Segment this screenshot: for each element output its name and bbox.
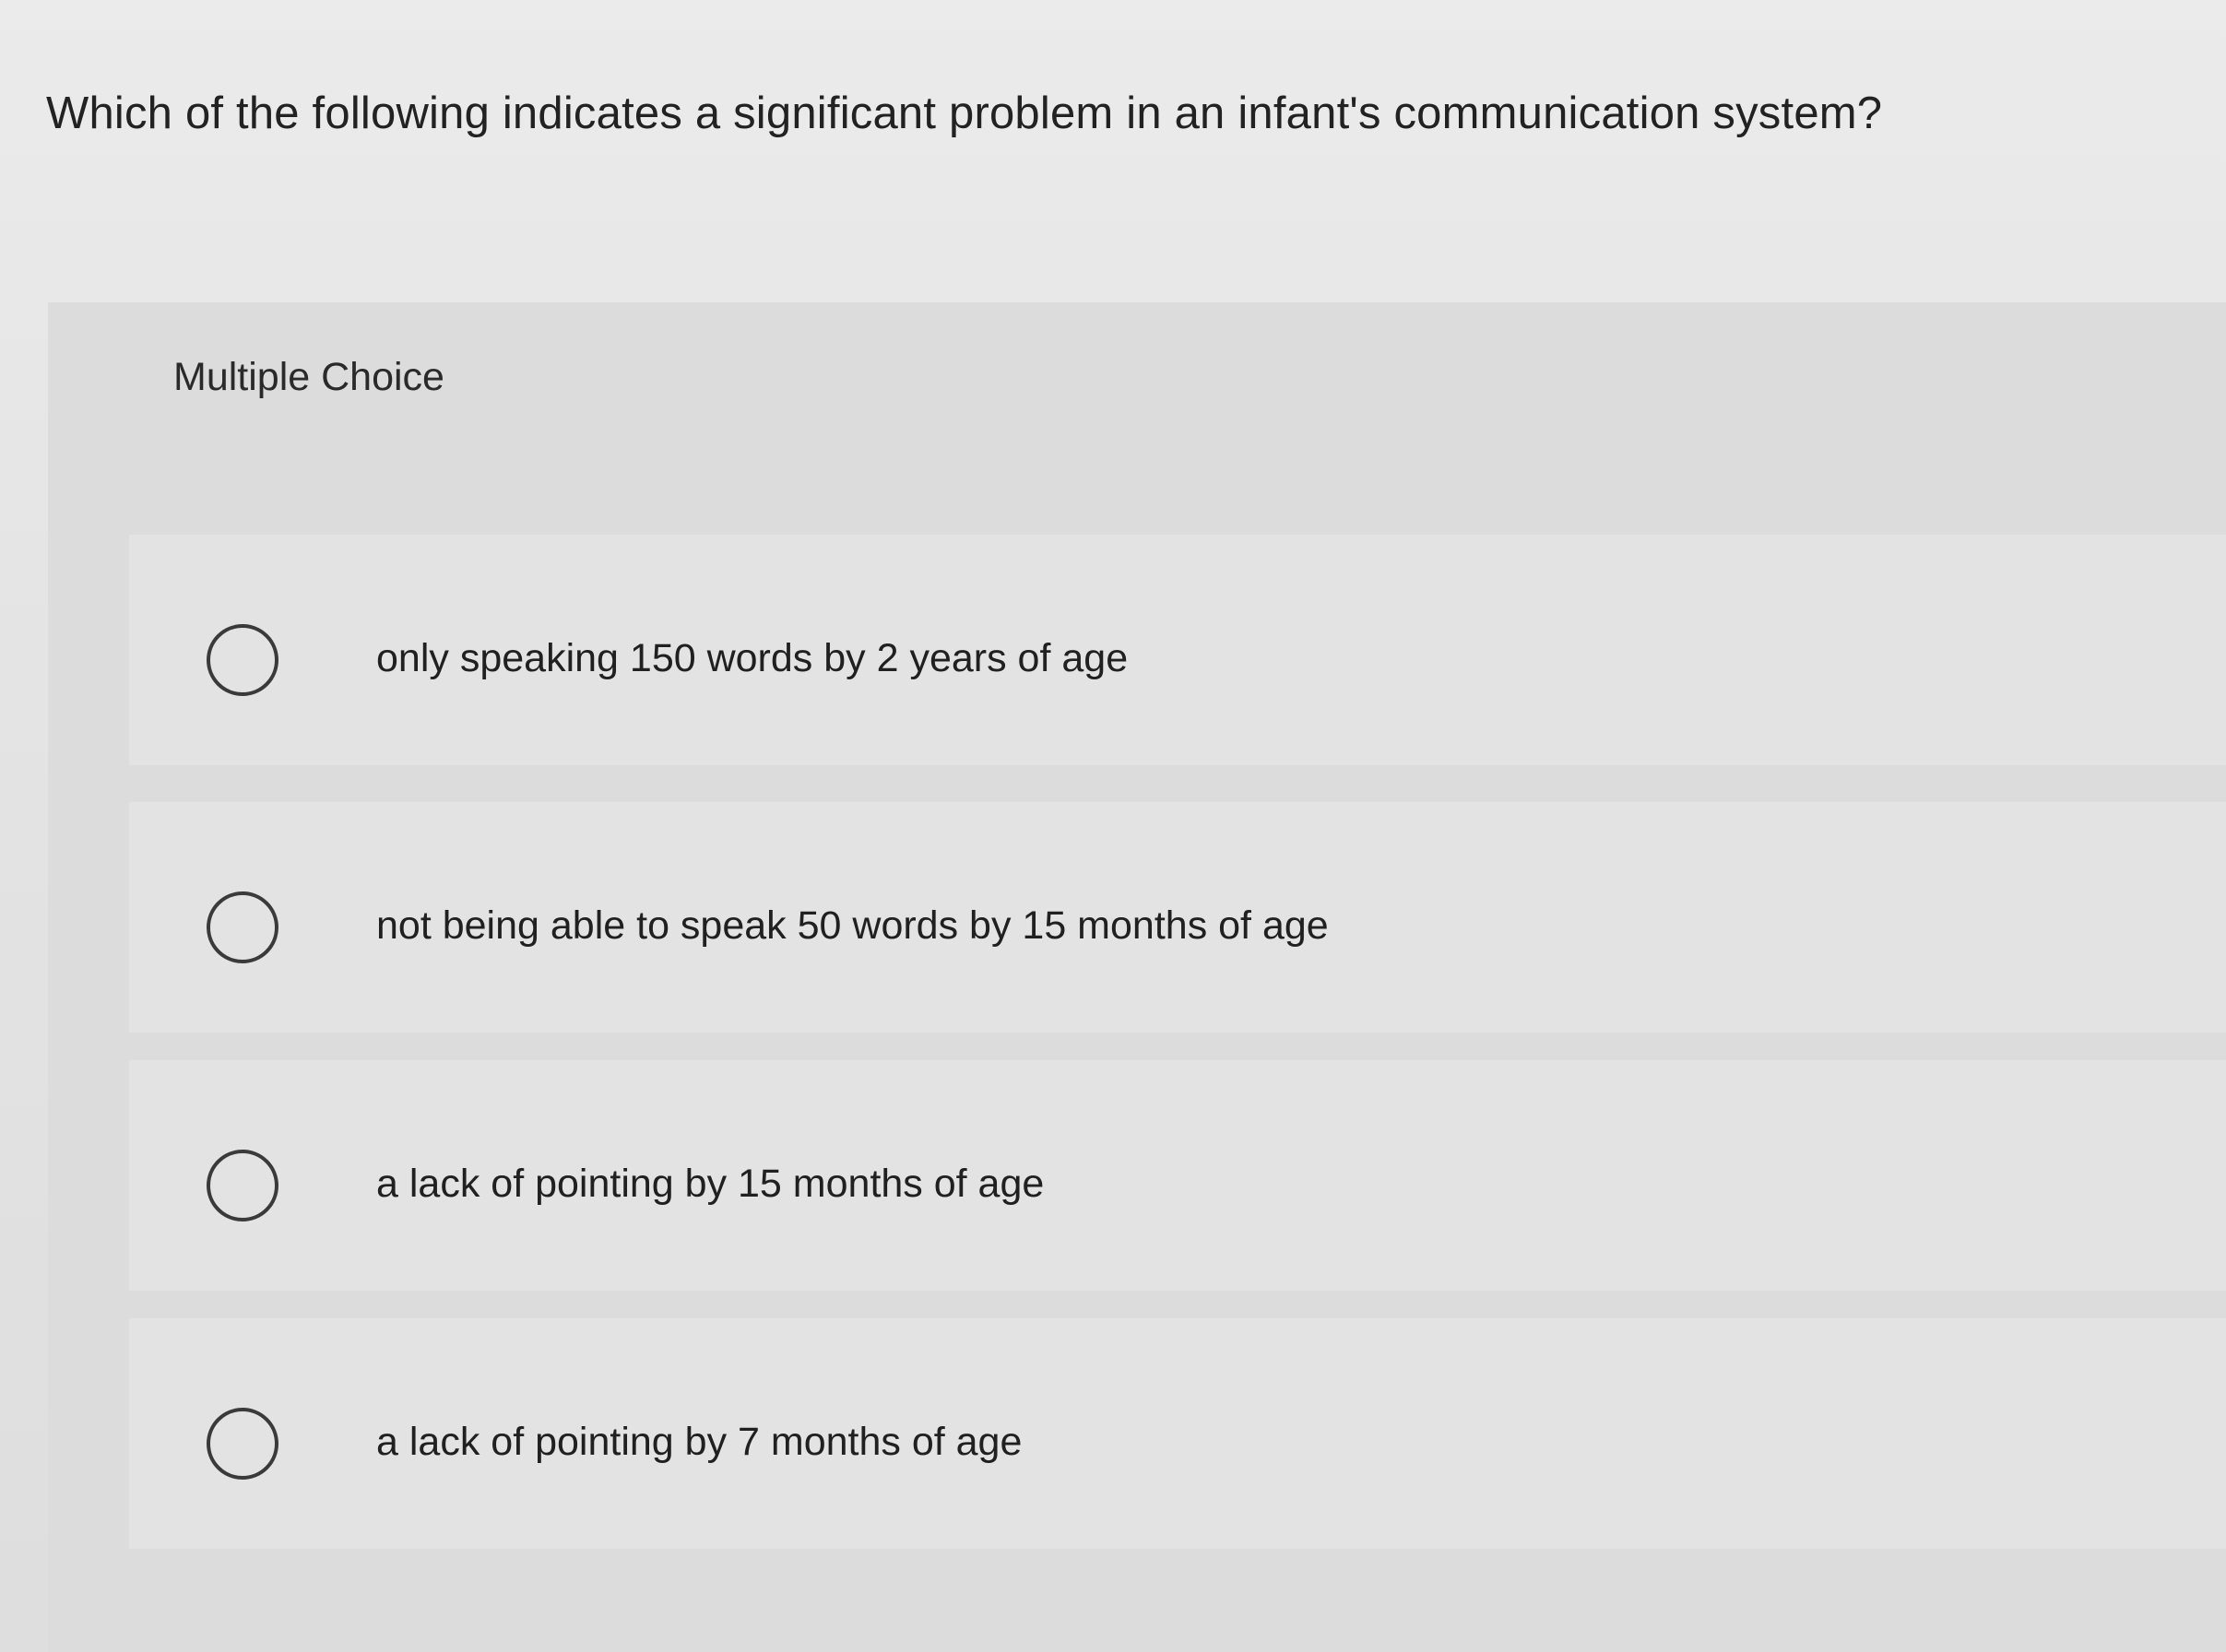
answer-option-2[interactable]: not being able to speak 50 words by 15 m… <box>129 802 2226 1032</box>
question-text: Which of the following indicates a signi… <box>46 88 1883 138</box>
answer-option-label: a lack of pointing by 15 months of age <box>376 1162 1045 1206</box>
answer-option-label: only speaking 150 words by 2 years of ag… <box>376 636 1129 680</box>
radio-button[interactable] <box>207 624 278 696</box>
radio-button[interactable] <box>207 891 278 963</box>
answer-option-label: a lack of pointing by 7 months of age <box>376 1420 1023 1464</box>
answer-option-3[interactable]: a lack of pointing by 15 months of age <box>129 1060 2226 1291</box>
radio-button[interactable] <box>207 1150 278 1221</box>
answer-option-1[interactable]: only speaking 150 words by 2 years of ag… <box>129 535 2226 765</box>
radio-button[interactable] <box>207 1408 278 1480</box>
answer-option-4[interactable]: a lack of pointing by 7 months of age <box>129 1318 2226 1549</box>
answer-option-label: not being able to speak 50 words by 15 m… <box>376 903 1329 948</box>
question-type-label: Multiple Choice <box>173 355 444 399</box>
